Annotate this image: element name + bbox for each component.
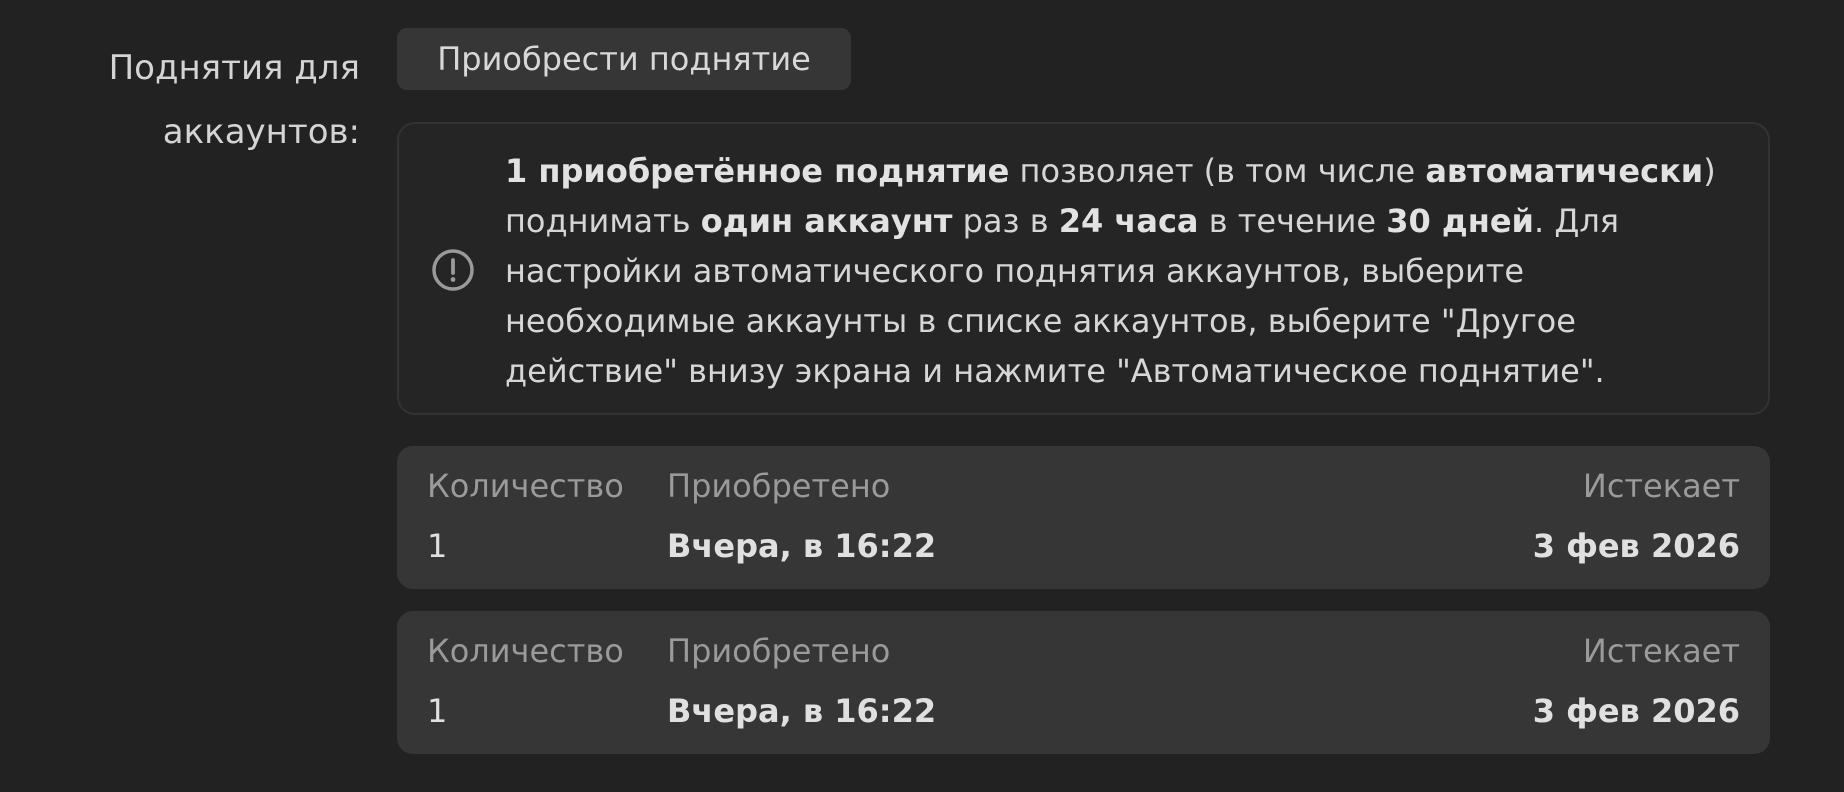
info-text-part: раз в xyxy=(952,202,1059,240)
purchase-card: Количество 1 Приобретено Вчера, в 16:22 … xyxy=(397,446,1770,589)
info-text-part: 1 приобретённое поднятие xyxy=(505,152,1010,190)
info-text-part: 24 часа xyxy=(1058,202,1199,240)
purchased-cell: Приобретено Вчера, в 16:22 xyxy=(667,466,936,566)
expires-cell: Истекает 3 фев 2026 xyxy=(1533,631,1740,731)
purchased-header: Приобретено xyxy=(667,467,891,505)
quantity-value: 1 xyxy=(427,692,448,730)
info-text-part: в течение xyxy=(1198,202,1387,240)
buy-bump-button[interactable]: Приобрести поднятие xyxy=(397,28,851,90)
info-text-part: один аккаунт xyxy=(700,202,953,240)
exclamation-circle-icon xyxy=(432,249,474,291)
quantity-value: 1 xyxy=(427,527,448,565)
quantity-header: Количество xyxy=(427,467,624,505)
info-text-part: позволяет (в том числе xyxy=(1009,152,1426,190)
expires-value: 3 фев 2026 xyxy=(1532,527,1740,565)
bumps-label: Поднятия для аккаунтов: xyxy=(70,36,360,164)
quantity-cell: Количество 1 xyxy=(427,466,624,566)
purchase-card: Количество 1 Приобретено Вчера, в 16:22 … xyxy=(397,611,1770,754)
purchased-value: Вчера, в 16:22 xyxy=(667,692,937,730)
quantity-header: Количество xyxy=(427,632,624,670)
expires-cell: Истекает 3 фев 2026 xyxy=(1533,466,1740,566)
quantity-cell: Количество 1 xyxy=(427,631,624,731)
bump-info-text: 1 приобретённое поднятие позволяет (в то… xyxy=(505,146,1745,396)
expires-header: Истекает xyxy=(1582,632,1740,670)
purchased-header: Приобретено xyxy=(667,632,891,670)
info-text-part: 30 дней xyxy=(1386,202,1534,240)
purchased-value: Вчера, в 16:22 xyxy=(667,527,937,565)
expires-header: Истекает xyxy=(1582,467,1740,505)
expires-value: 3 фев 2026 xyxy=(1532,692,1740,730)
bumps-label-line2: аккаунтов: xyxy=(162,112,360,152)
info-text-part: автоматически xyxy=(1425,152,1704,190)
bumps-label-line1: Поднятия для xyxy=(108,48,360,88)
purchased-cell: Приобретено Вчера, в 16:22 xyxy=(667,631,936,731)
bump-info-box: 1 приобретённое поднятие позволяет (в то… xyxy=(397,122,1770,415)
